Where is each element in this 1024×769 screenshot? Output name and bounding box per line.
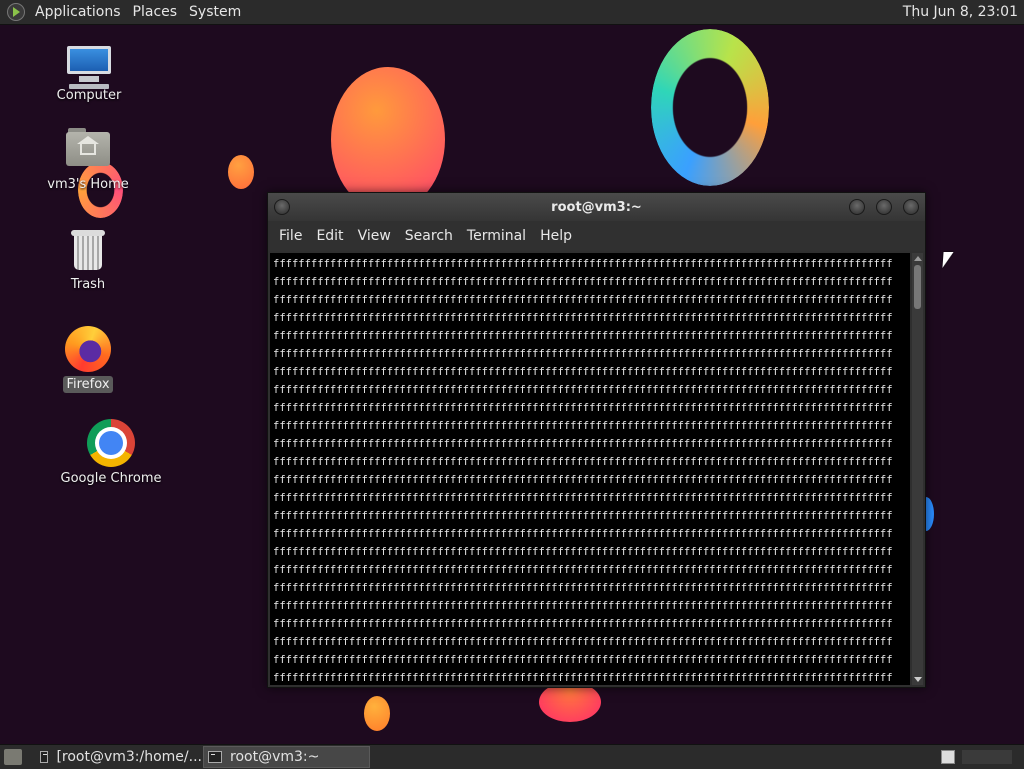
desktop-icon-computer[interactable]: Computer — [34, 46, 144, 104]
menu-terminal[interactable]: Terminal — [460, 228, 533, 244]
scroll-down-icon[interactable] — [914, 677, 922, 682]
desktop-icon-label: Google Chrome — [60, 471, 162, 486]
scrollbar-thumb[interactable] — [914, 265, 921, 309]
taskbar-button-label: root@vm3:~ — [230, 749, 320, 765]
firefox-icon — [65, 326, 111, 372]
close-button[interactable] — [903, 199, 919, 215]
taskbar-button-label: [root@vm3:/home/... — [56, 749, 202, 765]
desktop-icon-label: vm3's Home — [47, 177, 129, 192]
wallpaper-bubble — [539, 682, 601, 722]
terminal-menubar: File Edit View Search Terminal Help — [268, 221, 925, 251]
menu-file[interactable]: File — [272, 228, 309, 244]
places-menu[interactable]: Places — [127, 0, 184, 24]
show-desktop-icon[interactable] — [4, 749, 22, 765]
terminal-text: ffffffffffffffffffffffffffffffffffffffff… — [273, 258, 893, 684]
desktop-icon-chrome[interactable]: Google Chrome — [56, 419, 166, 487]
menu-edit[interactable]: Edit — [309, 228, 350, 244]
wallpaper-bubble — [364, 696, 390, 731]
desktop-icon-firefox[interactable]: Firefox — [33, 326, 143, 393]
system-menu[interactable]: System — [183, 0, 247, 24]
menu-view[interactable]: View — [351, 228, 398, 244]
clock[interactable]: Thu Jun 8, 23:01 — [903, 0, 1018, 24]
desktop-icon-trash[interactable]: Trash — [33, 230, 143, 293]
desktop-icon-label: Computer — [56, 88, 122, 103]
maximize-button[interactable] — [876, 199, 892, 215]
terminal-icon — [208, 751, 222, 763]
bottom-panel: [root@vm3:/home/... root@vm3:~ — [0, 744, 1024, 769]
trash-icon — [71, 230, 105, 272]
window-title: root@vm3:~ — [551, 200, 642, 215]
terminal-window[interactable]: root@vm3:~ File Edit View Search Termina… — [267, 192, 926, 688]
scroll-up-icon[interactable] — [914, 256, 922, 261]
menu-help[interactable]: Help — [533, 228, 579, 244]
taskbar-button-active[interactable]: root@vm3:~ — [203, 746, 370, 768]
wallpaper-ring — [651, 29, 769, 186]
desktop-icon-home[interactable]: vm3's Home — [33, 128, 143, 193]
desktop-icon-label: Firefox — [63, 376, 113, 393]
terminal-output[interactable]: ffffffffffffffffffffffffffffffffffffffff… — [270, 253, 910, 685]
workspace-switcher-2[interactable] — [962, 750, 1012, 764]
workspace-switcher-1[interactable] — [941, 750, 955, 764]
applications-menu[interactable]: Applications — [29, 0, 127, 24]
wallpaper-bubble — [228, 155, 254, 189]
menu-search[interactable]: Search — [398, 228, 460, 244]
taskbar-button[interactable]: [root@vm3:/home/... — [36, 746, 202, 768]
computer-icon — [65, 46, 113, 89]
window-titlebar[interactable]: root@vm3:~ — [268, 193, 925, 221]
top-panel: Applications Places System Thu Jun 8, 23… — [0, 0, 1024, 25]
distro-logo-icon[interactable] — [7, 3, 25, 21]
terminal-scrollbar[interactable] — [912, 253, 923, 685]
minimize-button[interactable] — [849, 199, 865, 215]
desktop-icon-label: Trash — [70, 277, 106, 292]
panel-menu: Applications Places System — [0, 0, 247, 24]
mouse-pointer-icon — [942, 252, 954, 268]
chrome-icon — [87, 419, 135, 467]
wallpaper-bubble — [331, 67, 445, 212]
terminal-icon — [40, 751, 49, 763]
home-folder-icon — [66, 128, 110, 166]
